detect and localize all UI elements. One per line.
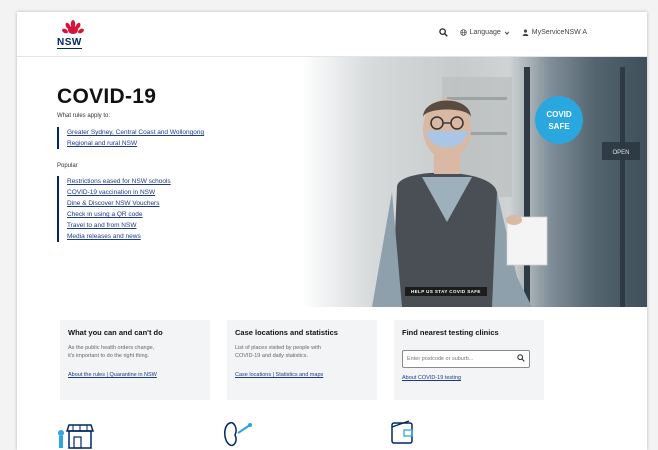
language-label: Language	[469, 29, 501, 36]
covid-safe-badge[interactable]: HELP US STAY COVID SAFE	[405, 287, 487, 296]
account-label: MyServiceNSW A	[531, 29, 587, 36]
link-dine-discover[interactable]: Dine & Discover NSW Vouchers	[67, 198, 171, 209]
card-case-locations: Case locations and statistics List of pl…	[227, 320, 377, 400]
search-button[interactable]	[438, 28, 448, 37]
site-header: NSW Language MyServiceNSW A	[17, 12, 647, 57]
card-links[interactable]: Case locations | Statistics and maps	[235, 372, 323, 378]
card-text-line: As the public health orders change,	[68, 345, 155, 351]
link-qr-checkin[interactable]: Check in using a QR code	[67, 209, 171, 220]
card-rules: What you can and can't do As the public …	[60, 320, 210, 400]
shop-icon	[58, 424, 95, 449]
link-greater-sydney[interactable]: Greater Sydney, Central Coast and Wollon…	[67, 127, 204, 138]
sign-text-covid: COVID	[546, 110, 572, 119]
card-links[interactable]: About COVID-19 testing	[402, 375, 461, 381]
popular-links: Restrictions eased for NSW schools COVID…	[57, 176, 171, 242]
sign-text-safe: SAFE	[548, 122, 570, 131]
header-tools: Language MyServiceNSW A	[438, 28, 587, 37]
page-frame: NSW Language MyServiceNSW A COVID-19 Wha…	[17, 12, 647, 450]
search-icon[interactable]	[517, 354, 525, 362]
rules-links: Greater Sydney, Central Coast and Wollon…	[57, 127, 204, 149]
clinic-search-box	[402, 350, 530, 368]
virus-icon	[224, 421, 252, 447]
card-text-line: List of places visited by people with	[235, 345, 321, 351]
open-sign: OPEN	[612, 150, 629, 156]
search-icon	[438, 28, 448, 37]
hero-panel: COVID-19 What rules apply to: Greater Sy…	[17, 57, 307, 307]
clinic-search-input[interactable]	[407, 353, 511, 364]
language-button[interactable]: Language	[459, 29, 510, 36]
link-travel[interactable]: Travel to and from NSW	[67, 220, 171, 231]
logo-text[interactable]: NSW	[57, 38, 82, 49]
link-regional-nsw[interactable]: Regional and rural NSW	[67, 138, 204, 149]
link-media-releases[interactable]: Media releases and news	[67, 231, 171, 242]
card-text-line: it's important to do the right thing.	[68, 353, 150, 359]
wallet-icon	[391, 420, 413, 444]
chevron-down-icon	[504, 31, 509, 35]
card-text-line: COVID-19 and daily statistics.	[235, 353, 309, 359]
popular-heading: Popular	[57, 163, 78, 169]
account-button[interactable]: MyServiceNSW A	[522, 29, 587, 36]
hero-photo-illustration: COVID SAFE OPEN	[372, 67, 640, 307]
card-title: Find nearest testing clinics	[402, 328, 499, 337]
card-title: What you can and can't do	[68, 328, 163, 337]
hero-image: COVID SAFE OPEN HELP US STAY COVID SAFE	[302, 57, 647, 307]
card-testing-clinics: Find nearest testing clinics About COVID…	[394, 320, 544, 400]
page-title: COVID-19	[57, 85, 157, 108]
person-icon	[522, 29, 529, 36]
card-links[interactable]: About the rules | Quarantine in NSW	[68, 372, 157, 378]
globe-icon	[459, 29, 467, 36]
link-schools[interactable]: Restrictions eased for NSW schools	[67, 176, 171, 187]
card-title: Case locations and statistics	[235, 328, 338, 337]
link-vaccination[interactable]: COVID-19 vaccination in NSW	[67, 187, 171, 198]
rules-heading: What rules apply to:	[57, 113, 111, 119]
